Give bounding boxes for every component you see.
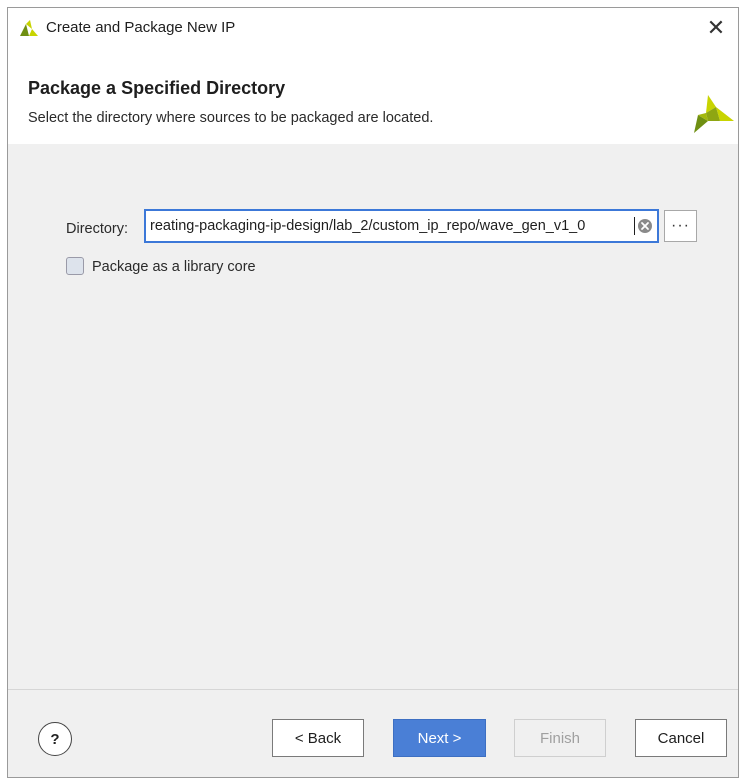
finish-button-label: Finish xyxy=(539,729,580,747)
finish-button: Finish xyxy=(514,719,606,757)
page-title: Package a Specified Directory xyxy=(28,78,286,98)
footer-bar: ? < Back Next > Finish Cancel xyxy=(8,690,738,777)
clear-icon[interactable] xyxy=(637,218,653,234)
browse-button[interactable]: ··· xyxy=(664,210,697,242)
xilinx-logo-icon xyxy=(694,95,734,133)
library-core-checkbox[interactable] xyxy=(66,257,84,275)
directory-input-value[interactable]: reating-packaging-ip-design/lab_2/custom… xyxy=(150,218,633,234)
back-button-label[interactable]: < Back xyxy=(295,730,341,747)
next-button-label[interactable]: Next > xyxy=(418,730,462,747)
text-caret xyxy=(634,217,635,235)
next-button[interactable]: Next > xyxy=(393,719,486,757)
close-button[interactable]: ✕ xyxy=(694,8,738,48)
dialog-window: Create and Package New IP ✕ Package a Sp… xyxy=(7,7,739,778)
page-header: Package a Specified Directory Select the… xyxy=(8,48,738,144)
help-icon[interactable]: ? xyxy=(50,731,59,748)
directory-label: Directory: xyxy=(66,221,129,237)
cancel-button[interactable]: Cancel xyxy=(635,719,727,757)
vivado-app-icon xyxy=(20,20,38,36)
close-icon[interactable]: ✕ xyxy=(707,15,725,41)
back-button[interactable]: < Back xyxy=(272,719,364,757)
help-button[interactable]: ? xyxy=(38,722,72,756)
cancel-button-label[interactable]: Cancel xyxy=(658,730,705,747)
window-title: Create and Package New IP xyxy=(46,19,236,36)
ellipsis-icon[interactable]: ··· xyxy=(671,217,690,235)
directory-input[interactable]: reating-packaging-ip-design/lab_2/custom… xyxy=(144,209,659,243)
library-core-label[interactable]: Package as a library core xyxy=(92,259,256,275)
page-subtitle: Select the directory where sources to be… xyxy=(28,110,434,126)
content-area: Directory: reating-packaging-ip-design/l… xyxy=(8,144,738,688)
title-bar: Create and Package New IP ✕ xyxy=(8,8,738,48)
